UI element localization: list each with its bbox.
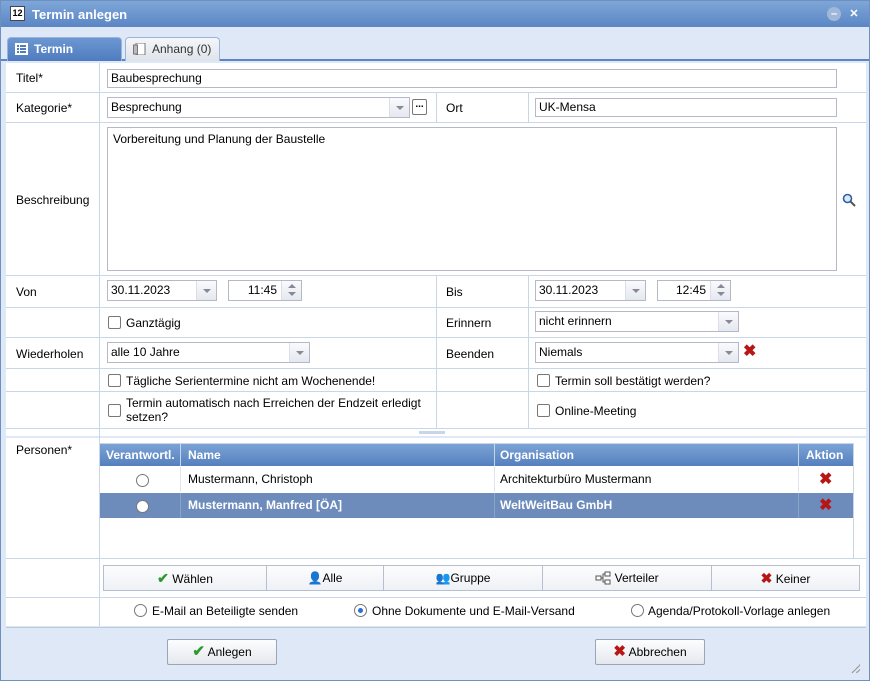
bis-date-picker[interactable]: 30.11.2023 [535,280,646,301]
chevron-down-icon[interactable] [289,343,309,362]
keiner-button[interactable]: ✖ Keiner [712,566,859,590]
titel-label: Titel* [16,71,43,85]
online-meeting-checkbox[interactable] [537,404,550,417]
kategorie-more-button[interactable]: ... [412,99,427,115]
person-name: Mustermann, Christoph [188,472,313,486]
verantwortlich-radio[interactable] [136,474,149,487]
tab-anhang[interactable]: Anhang (0) [125,37,220,61]
spinner-arrows-icon[interactable] [710,281,730,300]
calendar-icon: 12 [10,6,25,21]
verantwortlich-radio[interactable] [136,500,149,513]
bis-label: Bis [446,285,463,299]
abbrechen-button[interactable]: ✖ Abbrechen [595,639,705,665]
email-senden-radio[interactable] [134,604,147,617]
no-weekend-checkbox[interactable] [108,374,121,387]
erinnern-select[interactable]: nicht erinnern [535,311,739,332]
personen-grid: Verantwortl. Name Organisation Aktion Mu… [99,443,854,559]
close-icon[interactable]: ✕ [847,7,861,21]
table-row[interactable]: Mustermann, Christoph Architekturbüro Mu… [100,467,853,492]
email-senden-label: E-Mail an Beteiligte senden [152,604,299,618]
tab-strip: Termin anlegen Anhang (0) [1,27,869,78]
alle-button[interactable]: 👤Alle [267,566,383,590]
check-icon: ✔ [192,643,205,660]
bestaetigen-label: Termin soll bestätigt werden? [555,374,711,388]
kategorie-label: Kategorie* [16,101,73,115]
von-time-spinner[interactable]: 11:45 [228,280,302,301]
minimize-icon[interactable]: – [827,7,841,21]
delete-icon[interactable]: ✖ [819,498,832,514]
tab-label: Anhang (0) [152,42,212,56]
dialog-window: 12 Termin anlegen – ✕ Termin anlegen Anh… [0,0,870,681]
auto-done-label-line1: Termin automatisch nach Erreichen der En… [126,396,421,410]
beschreibung-textarea[interactable]: Vorbereitung und Planung der Baustelle [107,127,837,271]
agenda-vorlage-label: Agenda/Protokoll-Vorlage anlegen [648,604,831,618]
delete-icon: ✖ [760,570,773,586]
chevron-down-icon[interactable] [625,281,645,300]
erinnern-label: Erinnern [446,316,492,330]
wiederholen-label: Wiederholen [16,347,84,361]
person-organisation: WeltWeitBau GmbH [500,498,613,512]
delete-icon[interactable]: ✖ [819,472,832,488]
grid-header: Verantwortl. Name Organisation Aktion [100,444,853,466]
window-title: Termin anlegen [32,7,128,22]
titel-input[interactable]: Baubesprechung [107,69,837,88]
waehlen-button[interactable]: ✔ Wählen [104,566,266,590]
delete-icon: ✖ [613,643,626,660]
ort-input[interactable]: UK-Mensa [535,98,837,117]
spinner-arrows-icon[interactable] [281,281,301,300]
delete-icon[interactable]: ✖ [743,344,756,360]
anlegen-button[interactable]: ✔ Anlegen [167,639,277,665]
ort-label: Ort [446,101,463,115]
table-row[interactable]: Mustermann, Manfred [ÖA] WeltWeitBau Gmb… [100,493,853,518]
title-bar[interactable]: 12 Termin anlegen – ✕ [1,1,869,27]
resize-handle[interactable] [851,664,860,673]
beenden-select[interactable]: Niemals [535,342,739,363]
chevron-down-icon[interactable] [718,343,738,362]
no-weekend-label: Tägliche Serientermine nicht am Wochenen… [126,374,376,388]
col-organisation[interactable]: Organisation [500,448,574,462]
online-meeting-label: Online-Meeting [555,404,637,418]
chevron-down-icon[interactable] [718,312,738,331]
attachment-icon [133,43,146,55]
beschreibung-label: Beschreibung [16,193,90,207]
col-aktion[interactable]: Aktion [806,448,843,462]
dialog-footer: ✔ Anlegen ✖ Abbrechen [6,627,866,677]
tab-termin-anlegen[interactable]: Termin anlegen [7,37,122,78]
person-icon: 👤 [307,571,323,585]
col-verantwortlich[interactable]: Verantwortl. [106,448,175,462]
bis-time-spinner[interactable]: 12:45 [657,280,731,301]
ohne-dokumente-label: Ohne Dokumente und E-Mail-Versand [372,604,575,618]
ganztaegig-label: Ganztägig [126,316,181,330]
von-label: Von [16,285,37,299]
von-date-picker[interactable]: 30.11.2023 [107,280,217,301]
search-icon[interactable] [842,193,856,207]
beenden-label: Beenden [446,347,495,361]
chevron-down-icon[interactable] [389,98,409,117]
auto-done-label-line2: setzen? [126,410,169,424]
verteiler-button[interactable]: Verteiler [543,566,711,590]
chevron-down-icon[interactable] [196,281,216,300]
ganztaegig-checkbox[interactable] [108,316,121,329]
agenda-vorlage-radio[interactable] [631,604,644,617]
col-name[interactable]: Name [188,448,221,462]
group-icon: 👥 [435,571,451,585]
auto-done-checkbox[interactable] [108,404,121,417]
check-icon: ✔ [157,570,169,586]
wiederholen-select[interactable]: alle 10 Jahre [107,342,310,363]
kategorie-select[interactable]: Besprechung [107,97,410,118]
personen-label: Personen* [16,443,73,457]
person-organisation: Architekturbüro Mustermann [500,472,652,486]
person-name: Mustermann, Manfred [ÖA] [188,498,343,512]
distribution-icon [595,571,611,585]
bestaetigen-checkbox[interactable] [537,374,550,387]
ohne-dokumente-radio[interactable] [354,604,367,617]
gruppe-button[interactable]: 👥Gruppe [384,566,542,590]
personen-toolbar: ✔ Wählen 👤Alle 👥Gruppe Verteiler ✖ Keine… [103,565,860,591]
list-icon [15,43,28,55]
